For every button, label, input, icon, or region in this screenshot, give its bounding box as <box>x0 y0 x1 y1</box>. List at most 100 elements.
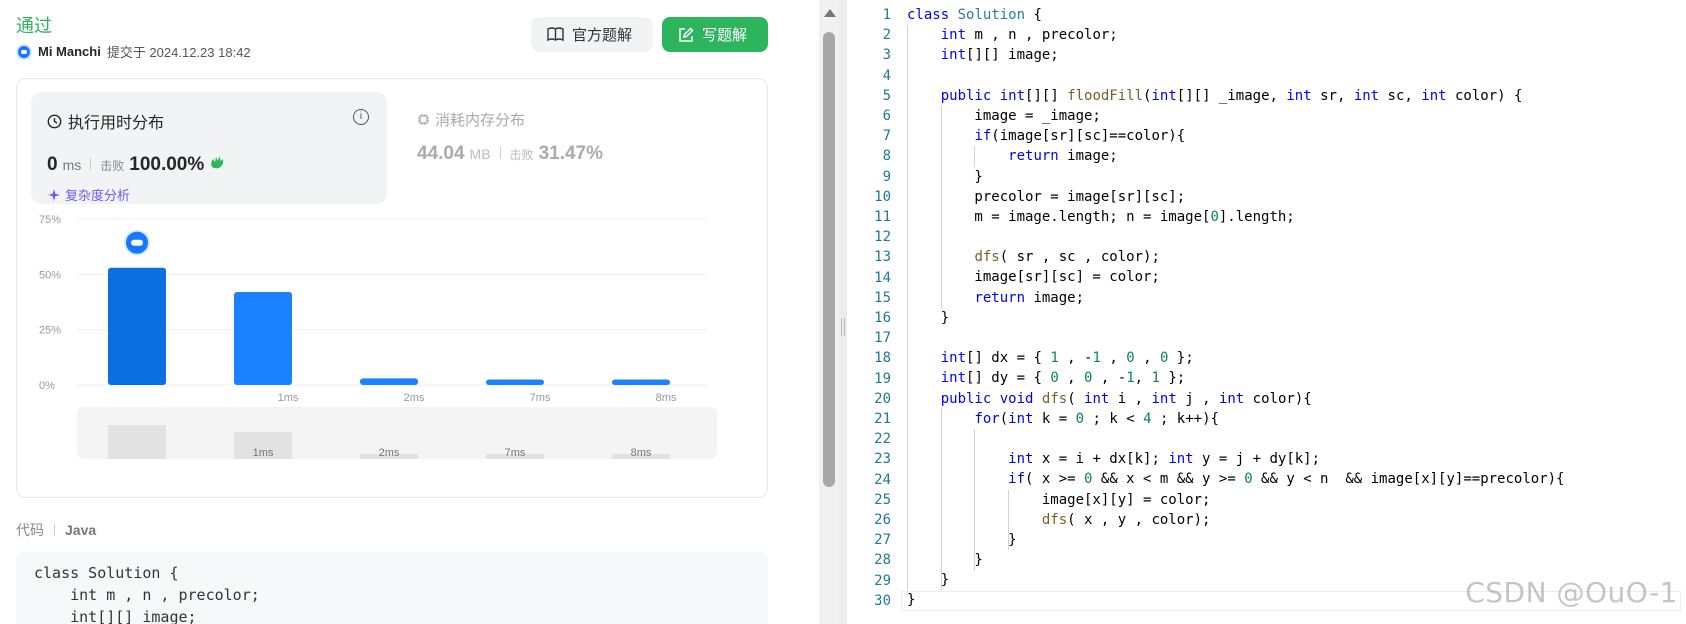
scroll-up-arrow-icon[interactable] <box>824 9 836 17</box>
panel-resize-divider[interactable] <box>839 0 847 624</box>
line-number: 15 <box>874 289 891 306</box>
bar[interactable] <box>612 379 670 385</box>
runtime-distribution-chart[interactable]: 75% 50% 25% 0% 1ms 1ms 2ms 2ms 7ms 7ms 8ms 8ms <box>37 209 749 494</box>
line-number: 1 <box>882 7 891 23</box>
x-tick-label: 1ms <box>278 392 299 404</box>
overview-tick-label: 7ms <box>505 447 526 459</box>
code-line[interactable]: if(image[sr][sc]==color){ <box>907 126 1565 146</box>
code-editor[interactable]: 1 2 3 4 5 6 7 8 9 10 11 12 13 14 15 16 17 18 19 20 21 22 23 24 2… <box>847 0 1686 624</box>
line-number: 9 <box>882 168 891 185</box>
indent-guide <box>974 146 976 167</box>
bar[interactable] <box>234 292 292 385</box>
runtime-stat-box[interactable]: 执行用时分布 i 0 ms 击败 100.00% 复杂度分析 <box>31 92 387 204</box>
line-number: 7 <box>882 128 891 145</box>
code-preview[interactable]: class Solution { int m , n , precolor; i… <box>16 552 768 624</box>
code-line[interactable]: dfs( sr , sc , color); <box>907 247 1565 267</box>
code-line[interactable]: ​ <box>907 429 1565 449</box>
code-line[interactable]: int x = i + dx[k]; int y = j + dy[k]; <box>907 449 1565 469</box>
scroll-thumb[interactable] <box>823 32 835 487</box>
complexity-analysis-link[interactable]: 复杂度分析 <box>47 185 130 204</box>
code-line[interactable]: public void dfs( int i , int j , int col… <box>907 389 1565 409</box>
code-line[interactable]: m = image.length; n = image[0].length; <box>907 207 1565 227</box>
line-number: 2 <box>882 27 891 44</box>
line-number: 13 <box>874 249 891 266</box>
code-line[interactable]: image[sr][sc] = color; <box>907 267 1565 287</box>
code-line[interactable]: image = _image; <box>907 106 1565 126</box>
code-language: Java <box>65 522 97 538</box>
drag-handle-icon[interactable] <box>841 318 845 336</box>
code-line[interactable]: for(int k = 0 ; k < 4 ; k++){ <box>907 409 1565 429</box>
line-number: 23 <box>874 451 891 468</box>
separator <box>90 158 92 170</box>
line-number: 22 <box>874 431 891 448</box>
write-solution-button[interactable]: 写题解 <box>662 17 768 52</box>
line-number: 5 <box>882 87 891 104</box>
code-line[interactable]: } <box>907 530 1565 550</box>
line-number: 18 <box>874 350 891 367</box>
memory-beat-label: 击败 <box>509 148 534 162</box>
y-tick-label: 0% <box>39 380 55 392</box>
bar[interactable] <box>108 267 166 385</box>
memory-number: 44.04 <box>417 143 465 164</box>
info-icon[interactable]: i <box>353 109 369 125</box>
bar[interactable] <box>360 378 418 385</box>
memory-beat-value: 31.47% <box>538 143 604 164</box>
code-line[interactable]: precolor = image[sr][sc]; <box>907 187 1565 207</box>
code-line[interactable]: return image; <box>907 146 1565 166</box>
line-number: 10 <box>874 188 891 205</box>
complexity-label: 复杂度分析 <box>65 188 131 203</box>
line-number: 17 <box>874 330 891 347</box>
memory-title-text: 消耗内存分布 <box>435 112 526 129</box>
edit-icon <box>679 26 694 42</box>
line-number: 4 <box>882 67 891 84</box>
x-tick-label: 2ms <box>404 392 425 404</box>
code-line[interactable]: return image; <box>907 288 1565 308</box>
code-header: 代码 Java <box>16 520 96 540</box>
left-panel-scrollbar[interactable] <box>819 0 839 624</box>
line-number: 30 <box>874 592 891 609</box>
code-line[interactable]: dfs( x , y , color); <box>907 510 1565 530</box>
code-line[interactable]: } <box>907 308 1565 328</box>
runtime-number: 0 <box>47 154 58 175</box>
code-line[interactable]: int[] dy = { 0 , 0 , -1, 1 }; <box>907 368 1565 388</box>
write-solution-label: 写题解 <box>702 27 748 44</box>
code-line[interactable]: ​ <box>907 328 1565 348</box>
code-preview-text: class Solution { int m , n , precolor; i… <box>16 552 768 624</box>
code-preview-line: int m , n , precolor; <box>34 586 260 604</box>
code-line[interactable]: ​ <box>907 227 1565 247</box>
submission-panel: 通过 Mi Manchi 提交于 2024.12.23 18:42 官方题解 写… <box>0 0 818 624</box>
code-line[interactable]: ​ <box>907 66 1565 86</box>
line-number: 20 <box>874 390 891 407</box>
chip-icon <box>418 114 429 125</box>
code-line[interactable]: class Solution { <box>907 5 1565 25</box>
code-line[interactable]: } <box>907 550 1565 570</box>
line-number: 28 <box>874 552 891 569</box>
line-number: 25 <box>874 491 891 508</box>
code-line[interactable]: int m , n , precolor; <box>907 25 1565 45</box>
code-line[interactable]: int[][] image; <box>907 45 1565 65</box>
code-line[interactable]: image[x][y] = color; <box>907 490 1565 510</box>
overview-tick-label: 8ms <box>631 447 652 459</box>
code-lines[interactable]: class Solution { int m , n , precolor; i… <box>907 5 1565 611</box>
avatar[interactable] <box>16 43 32 60</box>
code-line[interactable]: if( x >= 0 && x < m && y >= 0 && y < n &… <box>907 469 1564 489</box>
code-line[interactable]: int[] dx = { 1 , -1 , 0 , 0 }; <box>907 348 1565 368</box>
memory-title[interactable]: 消耗内存分布 <box>417 109 525 130</box>
code-line[interactable]: } <box>907 167 1565 187</box>
runtime-beat-value: 100.00% <box>129 154 205 175</box>
clap-icon <box>211 156 224 169</box>
runtime-value: 0 ms 击败 100.00% <box>47 154 225 176</box>
sparkle-icon <box>48 188 60 201</box>
bar[interactable] <box>486 379 544 385</box>
code-line[interactable]: public int[][] floodFill(int[][] _image,… <box>907 86 1565 106</box>
official-solution-button[interactable]: 官方题解 <box>531 17 653 52</box>
runtime-unit: ms <box>62 157 82 173</box>
x-tick-label: 7ms <box>530 392 551 404</box>
official-solution-label: 官方题解 <box>572 27 633 44</box>
book-icon <box>547 27 564 42</box>
overview-bar <box>108 425 166 459</box>
submitter-name[interactable]: Mi Manchi <box>38 44 101 59</box>
line-number-gutter: 1 2 3 4 5 6 7 8 9 10 11 12 13 14 15 16 17 18 19 20 21 22 23 24 2… <box>847 5 891 611</box>
memory-unit: MB <box>469 146 491 162</box>
separator <box>499 147 501 159</box>
